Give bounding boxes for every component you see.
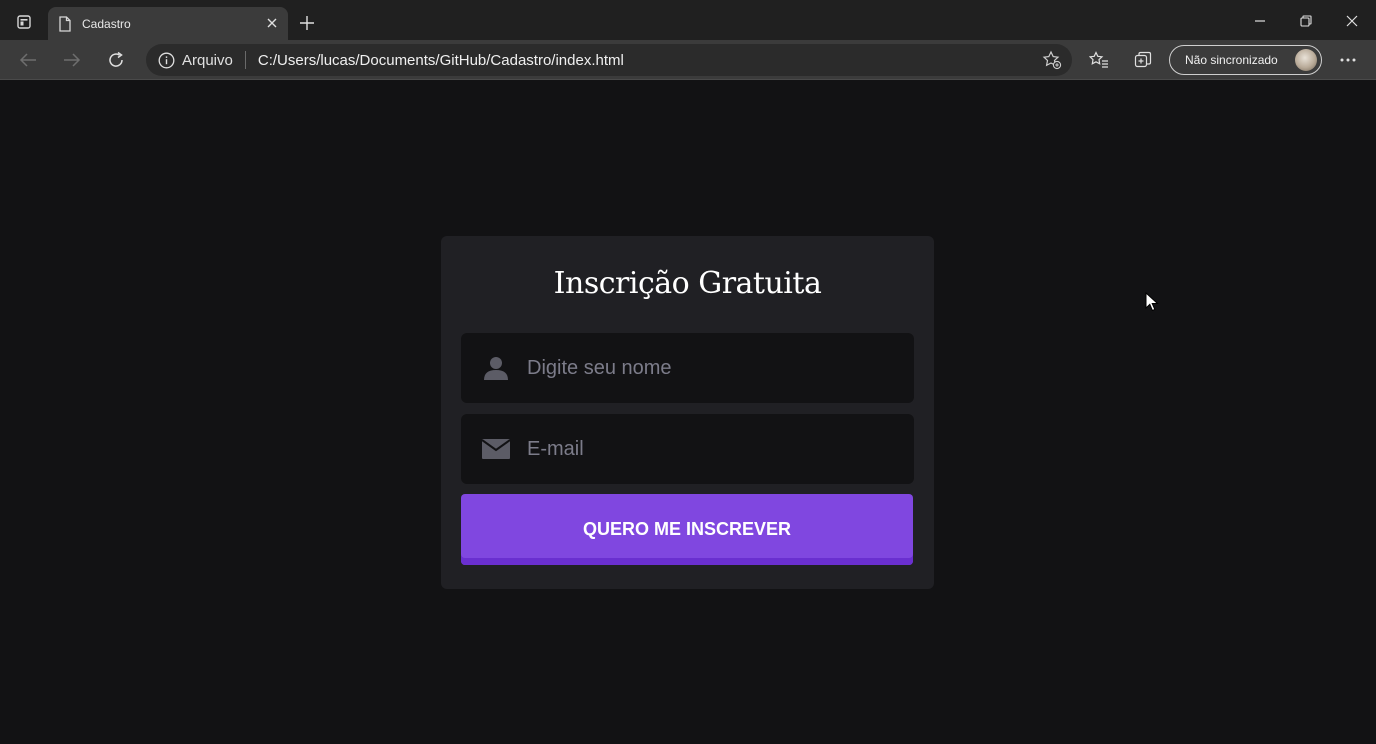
- tab-close-button[interactable]: [264, 15, 280, 31]
- name-field[interactable]: [461, 333, 914, 403]
- restore-icon: [1300, 15, 1312, 27]
- minimize-icon: [1255, 20, 1265, 22]
- name-input[interactable]: [527, 356, 887, 380]
- profile-sync-button[interactable]: Não sincronizado: [1169, 45, 1322, 75]
- tab-strip: Cadastro: [0, 0, 1376, 40]
- page-icon: [59, 15, 71, 32]
- close-icon: [267, 18, 277, 28]
- restore-button[interactable]: [1283, 6, 1329, 36]
- envelope-icon: [481, 434, 511, 464]
- favorites-button[interactable]: [1084, 46, 1114, 74]
- tab-title: Cadastro: [82, 16, 131, 31]
- new-tab-button[interactable]: [296, 12, 318, 34]
- address-scheme-label: Arquivo: [182, 51, 233, 69]
- star-add-icon: [1042, 50, 1062, 70]
- arrow-left-icon: [19, 53, 36, 67]
- email-field[interactable]: [461, 414, 914, 484]
- settings-menu-button[interactable]: [1334, 46, 1362, 74]
- browser-window: Cadastro Arquivo C:/Users/lucas/Document…: [0, 0, 1376, 744]
- form-title: Inscrição Gratuita: [553, 266, 822, 301]
- mouse-cursor-icon: [1145, 292, 1159, 312]
- browser-toolbar: Arquivo C:/Users/lucas/Documents/GitHub/…: [0, 40, 1376, 80]
- minimize-button[interactable]: [1237, 6, 1283, 36]
- arrow-right-icon: [64, 53, 81, 67]
- user-icon: [481, 353, 511, 383]
- avatar: [1295, 49, 1317, 71]
- refresh-button[interactable]: [100, 46, 132, 74]
- email-input[interactable]: [527, 437, 887, 461]
- address-url[interactable]: C:/Users/lucas/Documents/GitHub/Cadastro…: [258, 52, 624, 69]
- address-bar[interactable]: Arquivo C:/Users/lucas/Documents/GitHub/…: [146, 44, 1072, 76]
- close-window-button[interactable]: [1329, 6, 1375, 36]
- add-favorite-button[interactable]: [1042, 50, 1062, 70]
- collections-button[interactable]: [1128, 46, 1158, 74]
- tab-actions-button[interactable]: [8, 8, 40, 36]
- plus-icon: [300, 16, 314, 30]
- forward-button[interactable]: [56, 46, 88, 74]
- address-separator: [244, 51, 246, 69]
- subscribe-button[interactable]: QUERO ME INSCREVER: [461, 494, 913, 565]
- info-icon: [158, 52, 175, 68]
- favorites-icon: [1089, 51, 1108, 68]
- signup-card: Inscrição Gratuita Digite seu nome E-mai…: [441, 236, 934, 589]
- sync-status-label: Não sincronizado: [1185, 53, 1278, 67]
- tab-cadastro[interactable]: Cadastro: [48, 7, 288, 40]
- tab-actions-icon: [17, 15, 31, 29]
- refresh-icon: [109, 51, 123, 67]
- back-button[interactable]: [12, 46, 44, 74]
- page-content: Inscrição Gratuita Digite seu nome E-mai…: [0, 81, 1376, 744]
- more-icon: [1340, 58, 1356, 62]
- collections-icon: [1134, 51, 1152, 68]
- site-info-button[interactable]: Arquivo: [158, 52, 233, 69]
- close-icon: [1346, 15, 1358, 27]
